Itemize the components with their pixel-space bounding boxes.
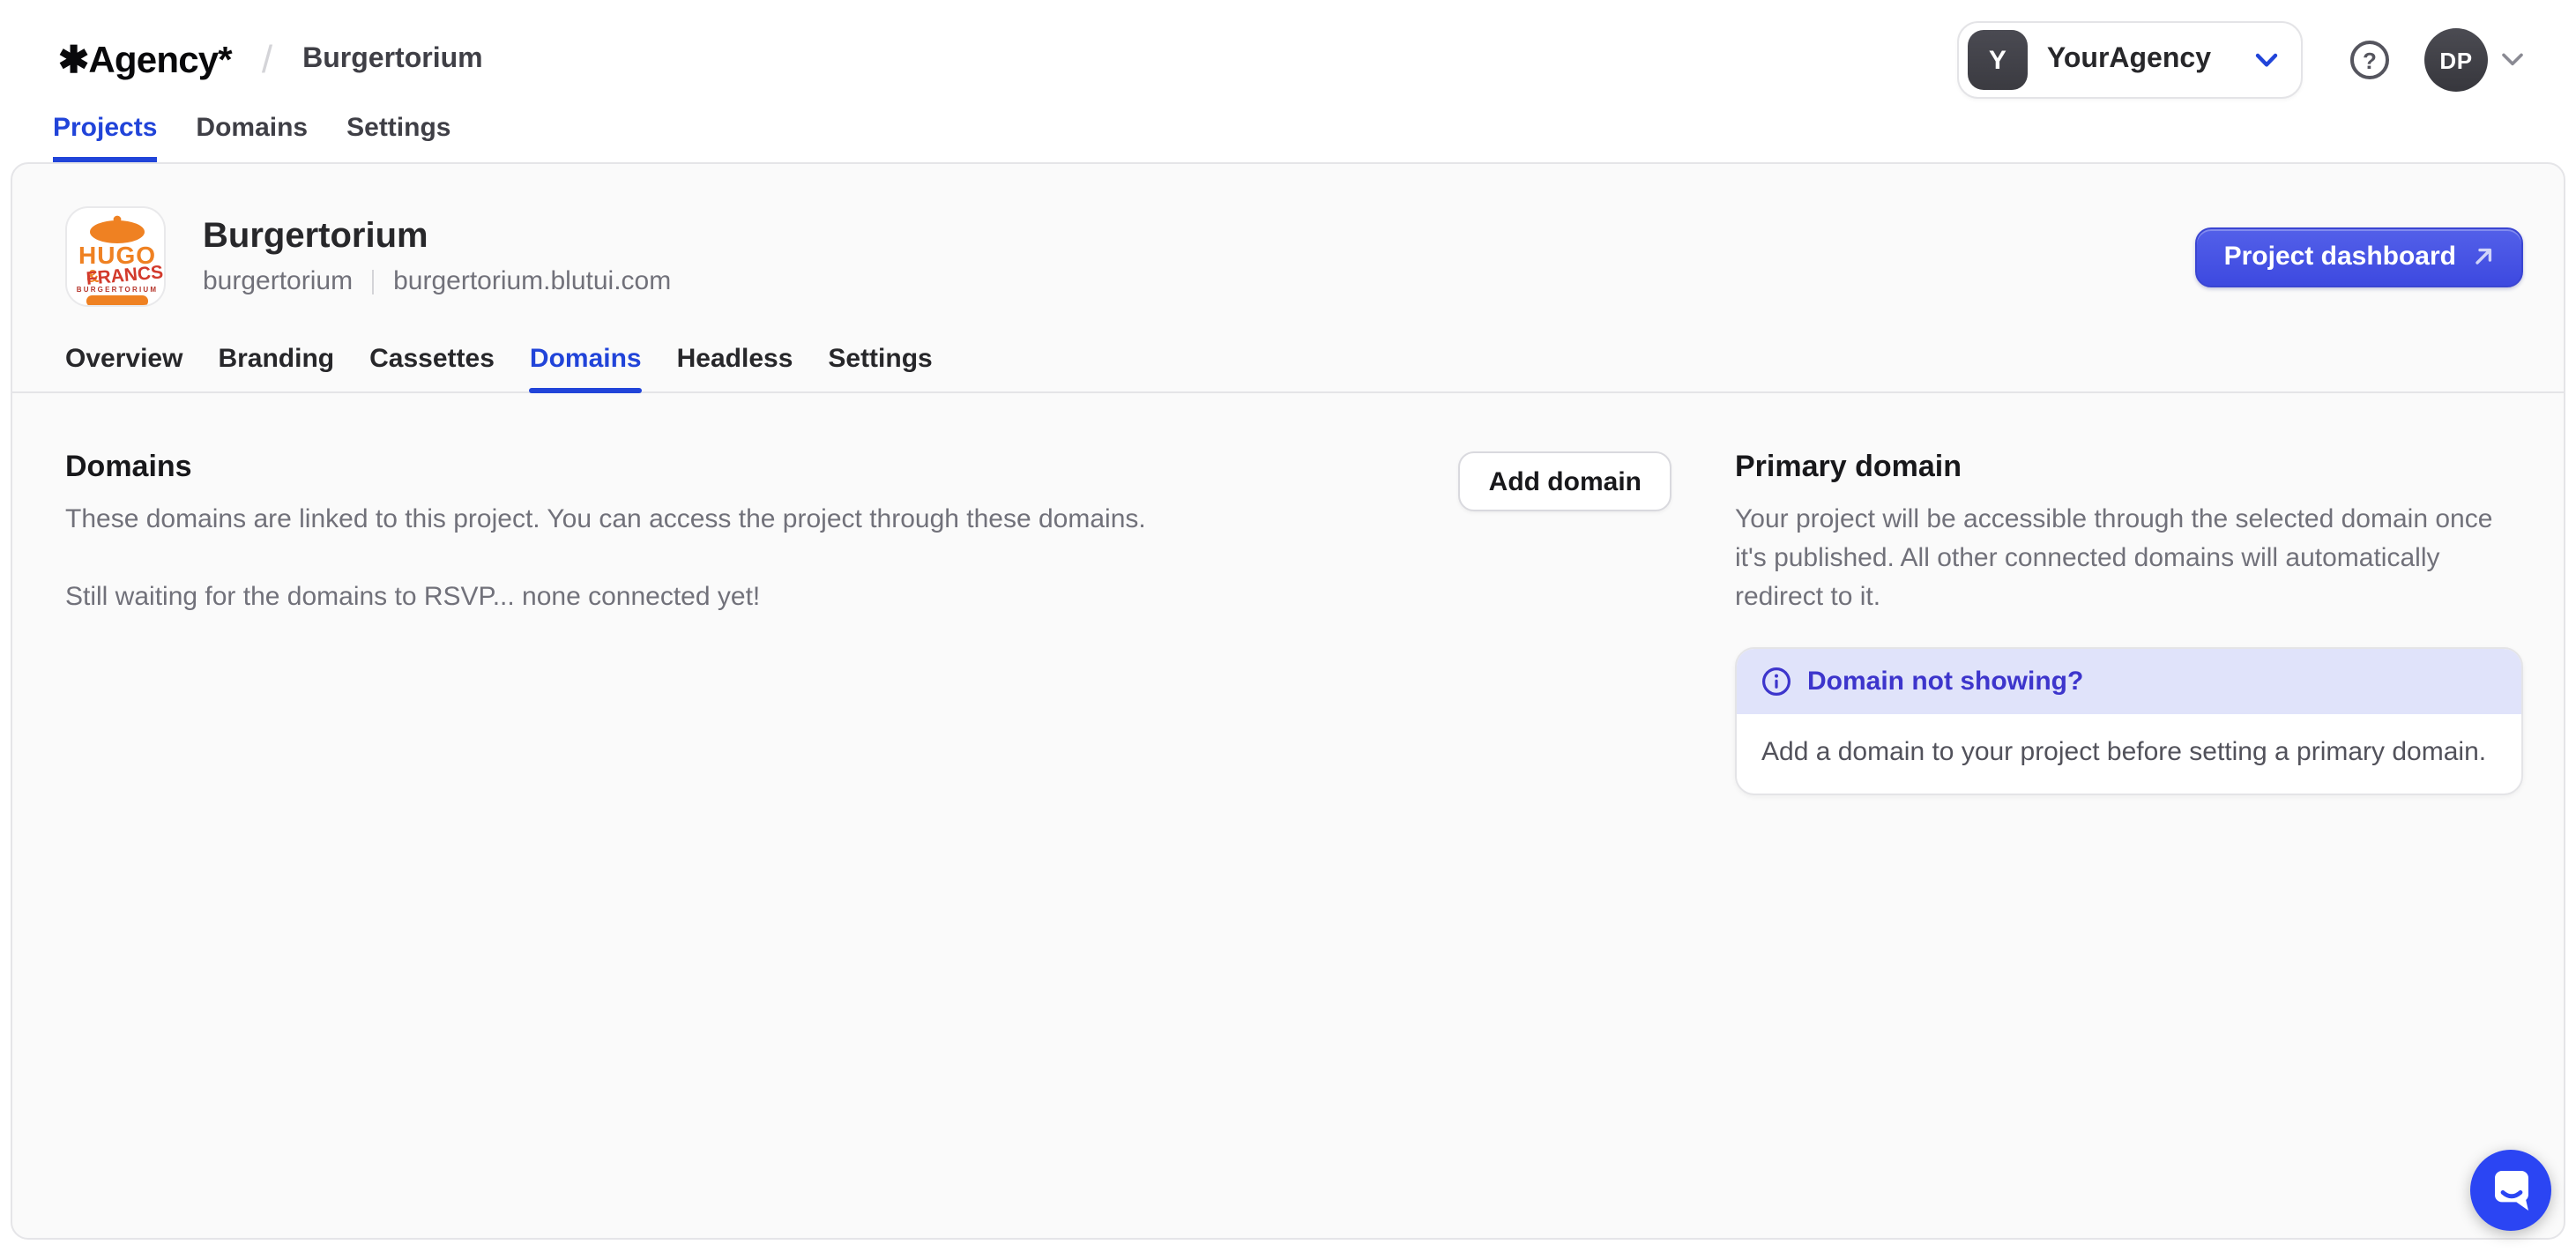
- svg-text:BURGERTORIUM: BURGERTORIUM: [77, 286, 158, 294]
- domains-content: Domains These domains are linked to this…: [12, 393, 2564, 796]
- primary-domain-title: Primary domain: [1735, 450, 2523, 485]
- question-mark-icon: ?: [2363, 47, 2377, 73]
- domains-empty-message: Still waiting for the domains to RSVP...…: [65, 578, 1247, 617]
- subtitle-divider: [372, 269, 374, 294]
- org-switcher[interactable]: Y YourAgency: [1957, 21, 2303, 99]
- user-menu[interactable]: DP: [2424, 28, 2523, 92]
- project-card: HUGO & FRANCS BURGERTORIUM Burgertorium …: [11, 162, 2565, 1240]
- chevron-down-icon: [2255, 52, 2278, 68]
- project-slug: burgertorium: [203, 266, 353, 296]
- info-card-title: Domain not showing?: [1807, 667, 2083, 697]
- project-preview-domain[interactable]: burgertorium.blutui.com: [393, 266, 671, 296]
- nav-item-domains[interactable]: Domains: [196, 113, 308, 162]
- project-title: Burgertorium: [203, 217, 671, 257]
- top-bar: ✱Agency* / Burgertorium Y YourAgency ? D…: [0, 0, 2576, 162]
- breadcrumb-separator-icon: /: [262, 37, 272, 83]
- project-subtitle: burgertorium burgertorium.blutui.com: [203, 266, 671, 296]
- project-dashboard-button[interactable]: Project dashboard: [2196, 227, 2523, 287]
- main-nav: Projects Domains Settings: [0, 113, 2576, 162]
- info-card-header[interactable]: Domain not showing?: [1737, 650, 2521, 715]
- chat-launcher-button[interactable]: [2470, 1150, 2551, 1231]
- help-button[interactable]: ?: [2350, 41, 2389, 79]
- tab-cassettes[interactable]: Cassettes: [369, 344, 495, 391]
- org-name: YourAgency: [2047, 44, 2211, 76]
- project-tabs: Overview Branding Cassettes Domains Head…: [12, 344, 2564, 393]
- info-card-body: Add a domain to your project before sett…: [1737, 715, 2521, 794]
- nav-item-projects[interactable]: Projects: [53, 113, 157, 162]
- chevron-down-icon: [2502, 53, 2523, 67]
- domain-info-card: Domain not showing? Add a domain to your…: [1735, 648, 2523, 796]
- add-domain-button[interactable]: Add domain: [1459, 451, 1671, 511]
- agency-logo[interactable]: ✱Agency*: [58, 38, 232, 82]
- chat-bubble-icon: [2470, 1150, 2551, 1231]
- domains-description: These domains are linked to this project…: [65, 501, 1247, 540]
- domains-title: Domains: [65, 450, 1459, 485]
- primary-domain-section: Primary domain Your project will be acce…: [1735, 450, 2523, 796]
- tab-settings[interactable]: Settings: [828, 344, 932, 391]
- tab-overview[interactable]: Overview: [65, 344, 182, 391]
- project-dashboard-label: Project dashboard: [2224, 242, 2456, 272]
- brand-row: ✱Agency* / Burgertorium Y YourAgency ? D…: [0, 0, 2576, 99]
- tab-branding[interactable]: Branding: [218, 344, 334, 391]
- burgertorium-logo-image: HUGO & FRANCS BURGERTORIUM: [67, 208, 166, 307]
- breadcrumb-project: Burgertorium: [302, 44, 482, 76]
- project-meta: Burgertorium burgertorium burgertorium.b…: [203, 217, 671, 296]
- nav-item-settings[interactable]: Settings: [346, 113, 450, 162]
- domains-section: Domains These domains are linked to this…: [65, 450, 1459, 616]
- primary-domain-description: Your project will be accessible through …: [1735, 501, 2523, 616]
- info-icon: [1761, 667, 1791, 697]
- user-avatar: DP: [2424, 28, 2488, 92]
- app: ✱Agency* / Burgertorium Y YourAgency ? D…: [0, 0, 2576, 1252]
- external-link-icon: [2472, 245, 2495, 268]
- project-logo: HUGO & FRANCS BURGERTORIUM: [65, 206, 166, 307]
- tab-headless[interactable]: Headless: [677, 344, 793, 391]
- project-header: HUGO & FRANCS BURGERTORIUM Burgertorium …: [12, 164, 2564, 307]
- org-avatar: Y: [1968, 30, 2028, 90]
- tab-domains[interactable]: Domains: [530, 344, 642, 391]
